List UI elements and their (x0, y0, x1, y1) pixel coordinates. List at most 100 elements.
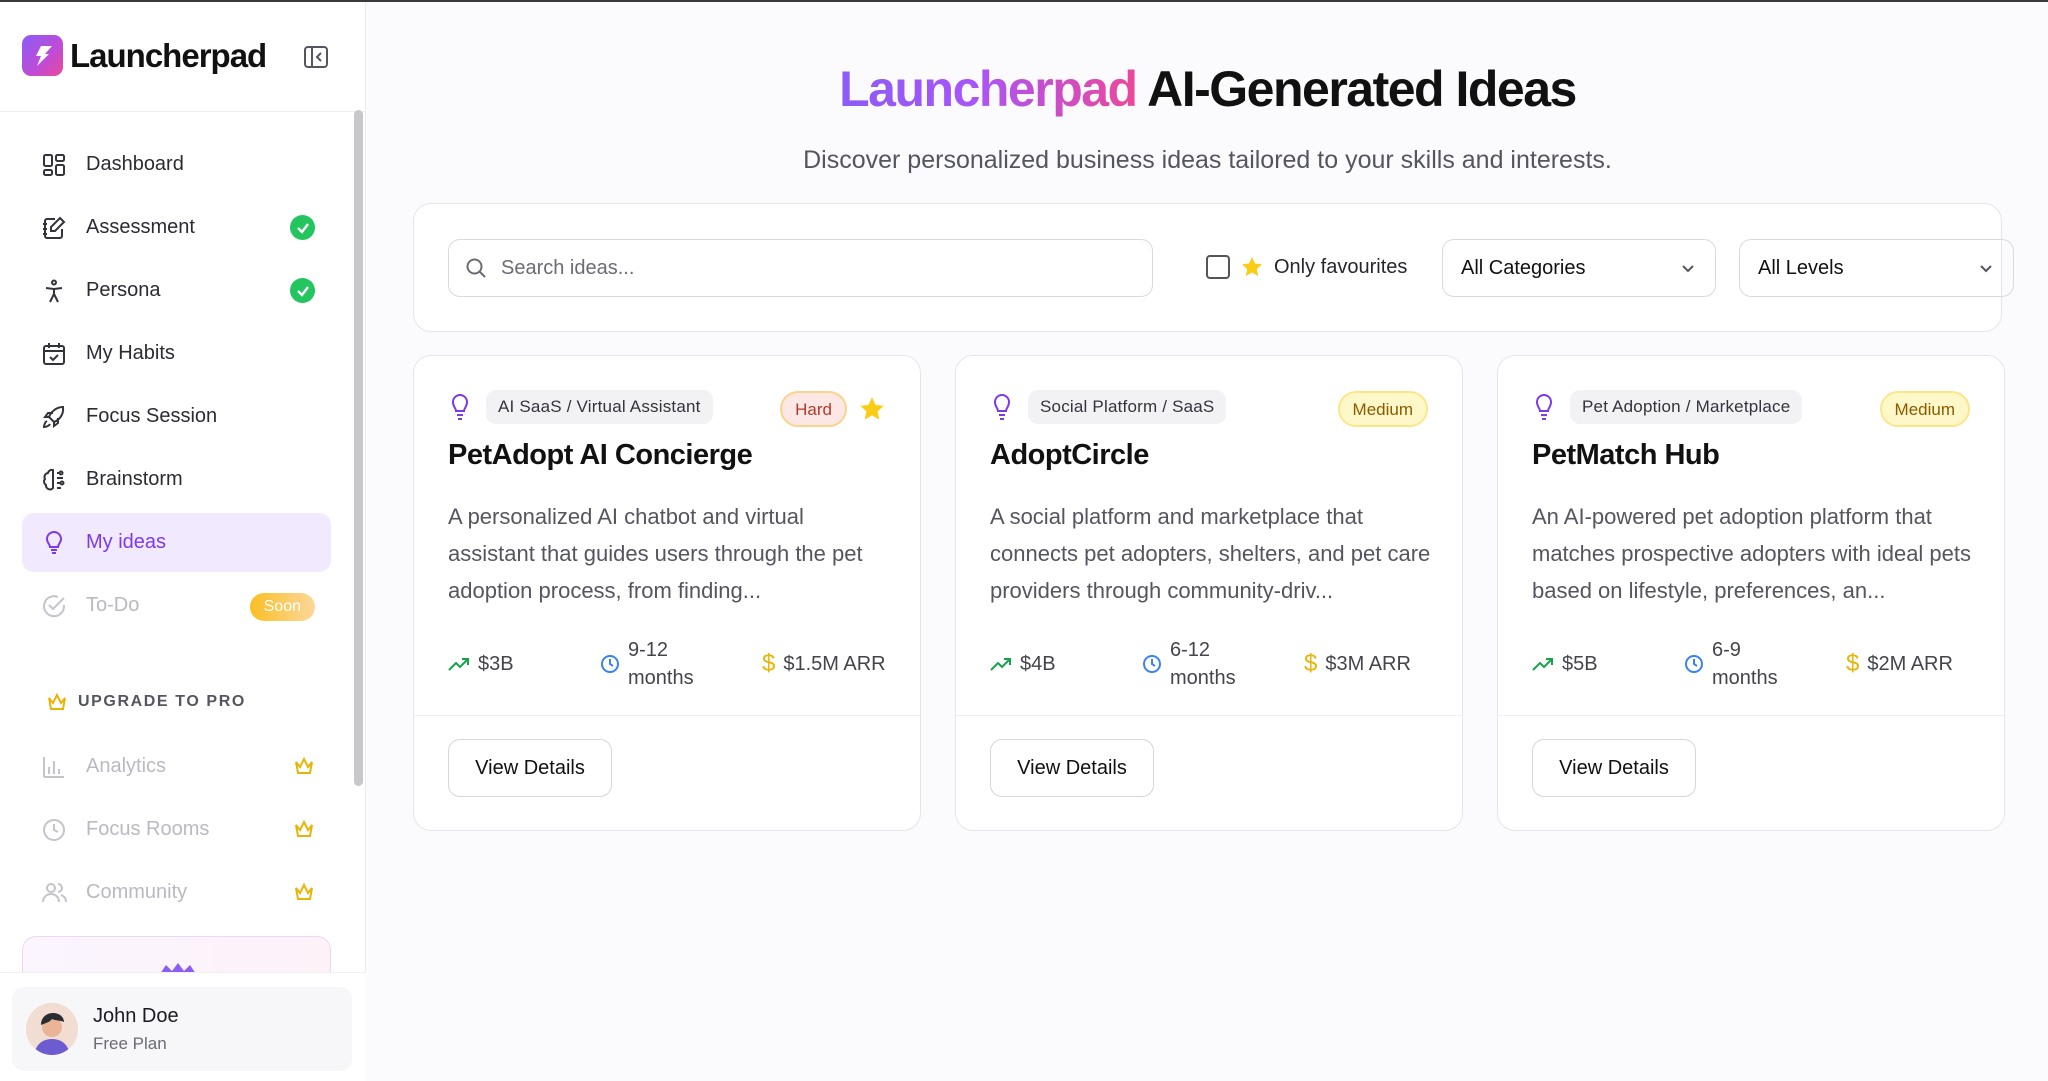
category-select[interactable]: All Categories (1442, 239, 1716, 297)
market-size-value: $3B (478, 652, 514, 675)
sidebar-item-label: Persona (86, 279, 161, 301)
market-size: $3B (448, 636, 514, 692)
favourites-label: Only favourites (1274, 255, 1408, 278)
timeline-unit: months (1170, 667, 1236, 689)
sidebar-item-analytics[interactable]: Analytics (22, 737, 331, 796)
page-subtitle: Discover personalized business ideas tai… (803, 146, 1612, 174)
lightbulb-icon (451, 394, 469, 420)
window-top-edge (0, 0, 2048, 2)
clock-icon (1142, 654, 1162, 674)
star-icon (1242, 257, 1262, 277)
dashboard-icon (40, 151, 68, 179)
sidebar-item-to-do[interactable]: To-Do Soon (22, 576, 331, 635)
crown-icon (293, 819, 315, 845)
difficulty-badge: Medium (1879, 391, 1970, 427)
idea-description: A personalized AI chatbot and virtual as… (448, 504, 863, 603)
level-select[interactable]: All Levels (1739, 239, 2014, 297)
idea-card[interactable]: Social Platform / SaaS Medium AdoptCircl… (955, 355, 1463, 831)
market-size: $5B (1532, 636, 1598, 692)
view-details-button[interactable]: View Details (448, 739, 612, 797)
lightbulb-icon (993, 394, 1011, 420)
crown-icon (293, 756, 315, 782)
avatar (26, 1003, 78, 1055)
idea-title: AdoptCircle (990, 439, 1149, 471)
favourites-filter[interactable]: Only favourites (1206, 255, 1407, 279)
crown-icon (293, 882, 315, 908)
category-select-value: All Categories (1461, 256, 1586, 279)
pro-nav: Analytics Focus Rooms Community (22, 737, 331, 926)
idea-card[interactable]: Pet Adoption / Marketplace Medium PetMat… (1497, 355, 2005, 831)
sidebar-collapse-icon[interactable] (302, 43, 330, 71)
market-size: $4B (990, 636, 1056, 692)
launcherpad-logo-icon (22, 35, 63, 76)
brand[interactable]: Launcherpad (22, 35, 267, 76)
search-box[interactable] (448, 239, 1153, 297)
sidebar-item-focus-session[interactable]: Focus Session (22, 387, 331, 446)
idea-description: A social platform and marketplace that c… (990, 504, 1431, 603)
search-icon (466, 258, 486, 278)
calendar-icon (40, 340, 68, 368)
crown-icon (48, 692, 66, 710)
user-plan: Free Plan (93, 1033, 167, 1053)
sidebar-item-label: My Habits (86, 342, 175, 364)
sidebar-item-community[interactable]: Community (22, 863, 331, 922)
card-divider (414, 715, 920, 716)
favourites-checkbox[interactable] (1206, 255, 1230, 279)
sidebar-item-persona[interactable]: Persona (22, 261, 331, 320)
clock-icon (40, 816, 68, 844)
revenue-value: $3M ARR (1325, 652, 1411, 675)
market-size-value: $4B (1020, 652, 1056, 675)
revenue: $ $2M ARR (1846, 636, 1953, 692)
sidebar-item-label: To-Do (86, 594, 140, 616)
brain-icon (40, 466, 68, 494)
rocket-icon (40, 403, 68, 431)
idea-metrics: $3B 9-12 months $ $1.5M ARR (448, 636, 893, 692)
level-select-value: All Levels (1758, 256, 1844, 279)
timeline-value: 6-9 (1712, 639, 1741, 661)
soon-badge: Soon (249, 593, 315, 621)
sidebar-item-label: Assessment (86, 216, 195, 238)
completed-check-icon (290, 215, 315, 240)
completed-check-icon (290, 278, 315, 303)
revenue: $ $3M ARR (1304, 636, 1411, 692)
user-card[interactable]: John Doe Free Plan (12, 987, 352, 1071)
idea-card[interactable]: AI SaaS / Virtual Assistant Hard PetAdop… (413, 355, 921, 831)
timeline-value: 6-12 (1170, 639, 1211, 661)
page-title-rest: AI-Generated Ideas (1136, 61, 1577, 117)
sidebar-item-label: Brainstorm (86, 468, 183, 490)
sidebar-item-brainstorm[interactable]: Brainstorm (22, 450, 331, 509)
timeline-unit: months (1712, 667, 1778, 689)
filter-bar: Only favourites All Categories All Level… (413, 203, 2014, 332)
favourite-star-icon[interactable] (858, 395, 886, 423)
sidebar-scrollbar[interactable] (354, 110, 363, 786)
sidebar-nav: Dashboard Assessment Persona My Habits F… (22, 135, 331, 639)
sidebar-item-assessment[interactable]: Assessment (22, 198, 331, 257)
dollar-icon: $ (1846, 650, 1860, 677)
sidebar-item-label: My ideas (86, 531, 167, 553)
brand-name: Launcherpad (70, 36, 267, 74)
users-icon (40, 879, 68, 907)
page-title: Launcherpad AI-Generated Ideas (367, 60, 2048, 118)
category-tag: AI SaaS / Virtual Assistant (486, 390, 713, 424)
sidebar-item-label: Analytics (86, 755, 167, 777)
chevron-down-icon (1980, 265, 1992, 273)
category-tag: Social Platform / SaaS (1028, 390, 1227, 424)
dollar-icon: $ (762, 650, 776, 677)
search-input[interactable] (501, 256, 1101, 280)
revenue: $ $1.5M ARR (762, 636, 886, 692)
idea-title: PetAdopt AI Concierge (448, 439, 753, 471)
trending-up-icon (448, 655, 470, 673)
market-size-value: $5B (1562, 652, 1598, 675)
lightbulb-icon (40, 529, 68, 557)
user-profile[interactable]: John Doe Free Plan (0, 972, 366, 1081)
sidebar-item-my-ideas[interactable]: My ideas (22, 513, 331, 572)
upgrade-title-text: UPGRADE TO PRO (78, 693, 246, 710)
view-details-button[interactable]: View Details (1532, 739, 1696, 797)
sidebar-item-my-habits[interactable]: My Habits (22, 324, 331, 383)
sidebar-item-focus-rooms[interactable]: Focus Rooms (22, 800, 331, 859)
sidebar-item-dashboard[interactable]: Dashboard (22, 135, 331, 194)
view-details-button[interactable]: View Details (990, 739, 1154, 797)
idea-description: An AI-powered pet adoption platform that… (1532, 504, 1972, 603)
persona-icon (40, 277, 68, 305)
sidebar-item-label: Dashboard (86, 153, 184, 175)
